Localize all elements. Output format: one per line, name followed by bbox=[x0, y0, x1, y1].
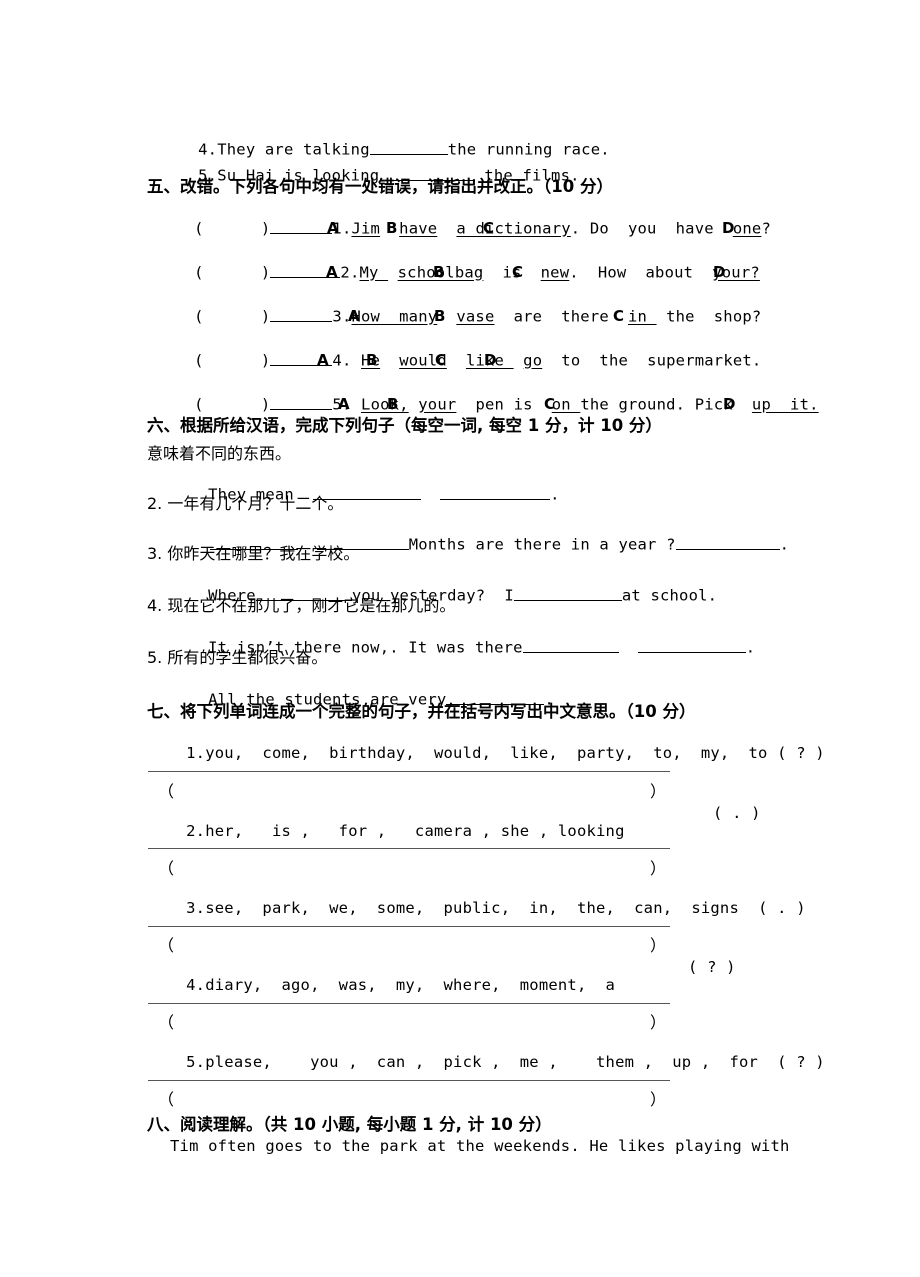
option-letter-b: B bbox=[434, 307, 446, 325]
option-letter-c: C bbox=[512, 263, 524, 281]
punctuation-hint: ( . ) bbox=[758, 899, 806, 917]
meaning-paren-open-2: （ bbox=[158, 859, 175, 878]
answer-rule-5[interactable] bbox=[148, 1080, 670, 1081]
underlined-a: How many bbox=[351, 307, 438, 326]
item-number: 4. bbox=[332, 351, 352, 370]
sentence-post: . bbox=[550, 485, 560, 504]
scrambled-words: diary, ago, was, my, where, moment, a bbox=[205, 976, 616, 994]
six-item-5-chinese: 5. 所有的学生都很兴奋。 bbox=[147, 648, 328, 667]
scrambled-words: see, park, we, some, public, in, the, ca… bbox=[205, 899, 739, 917]
scrambled-words: you, come, birthday, would, like, party,… bbox=[205, 744, 768, 762]
option-letter-d: D bbox=[484, 351, 497, 369]
item-number: 2. bbox=[186, 822, 206, 840]
six-item-3-chinese: 3. 你昨天在哪里？我在学校。 bbox=[147, 544, 360, 563]
option-letter-a: A bbox=[338, 395, 350, 413]
exam-page: 4.They are talking the running race. 5.Su… bbox=[0, 0, 920, 1277]
item-number: 1. bbox=[186, 744, 206, 762]
meaning-paren-open-3: （ bbox=[158, 936, 175, 955]
option-letter-b: B bbox=[386, 219, 398, 237]
underlined-d: up it. bbox=[751, 395, 819, 414]
item-number: 3. bbox=[186, 899, 206, 917]
choice-paren[interactable]: ( ) bbox=[194, 352, 270, 370]
answer-rule-3[interactable] bbox=[148, 926, 670, 927]
underlined-b: your bbox=[418, 395, 457, 414]
option-letter-c: C bbox=[483, 219, 495, 237]
scrambled-words: her, is , for , camera , she , looking bbox=[205, 822, 625, 840]
option-letter-c: C bbox=[544, 395, 556, 413]
underlined-a: My bbox=[359, 263, 389, 282]
punctuation-hint: ( ? ) bbox=[777, 1053, 825, 1071]
section-five-heading: 五、改错。下列各句中均有一处错误，请指出并改正。（10 分） bbox=[147, 177, 613, 196]
option-letter-d: D bbox=[723, 395, 736, 413]
meaning-paren-open-1: （ bbox=[158, 782, 175, 801]
seven-item-2-mark: ( . ) bbox=[713, 804, 761, 822]
punctuation-hint: ( ? ) bbox=[777, 744, 825, 762]
choice-paren[interactable]: ( ) bbox=[194, 220, 270, 238]
meaning-paren-close-3: ） bbox=[650, 936, 667, 955]
meaning-paren-close-1: ） bbox=[650, 782, 667, 801]
answer-blank[interactable] bbox=[522, 636, 619, 653]
meaning-paren-close-4: ） bbox=[650, 1013, 667, 1032]
answer-blank[interactable] bbox=[440, 483, 551, 500]
option-letter-d: D bbox=[713, 263, 726, 281]
choice-paren[interactable]: ( ) bbox=[194, 308, 270, 326]
sentence-post: at school. bbox=[621, 586, 718, 605]
meaning-paren-open-4: （ bbox=[158, 1013, 175, 1032]
answer-blank[interactable] bbox=[675, 533, 780, 550]
option-letter-b: B bbox=[366, 351, 378, 369]
seven-item-4-mark: ( ? ) bbox=[688, 958, 736, 976]
option-letter-a: A bbox=[317, 351, 329, 369]
option-letter-d: D bbox=[722, 219, 735, 237]
option-letter-c: C bbox=[613, 307, 625, 325]
answer-rule-2[interactable] bbox=[148, 848, 670, 849]
item-number: 5. bbox=[186, 1053, 206, 1071]
sentence-mid bbox=[421, 486, 440, 504]
seven-item-2: 2.her, is , for , camera , she , looking bbox=[148, 804, 625, 858]
scrambled-words: please, you , can , pick , me , them , u… bbox=[205, 1053, 759, 1071]
sentence-post: . bbox=[745, 638, 756, 657]
choice-paren[interactable]: ( ) bbox=[194, 264, 270, 282]
option-letter-c: C bbox=[435, 351, 447, 369]
answer-rule-4[interactable] bbox=[148, 1003, 670, 1004]
answer-blank[interactable] bbox=[270, 217, 333, 234]
sentence-mid bbox=[619, 639, 638, 657]
section-seven-heading: 七、将下列单词连成一个完整的句子，并在括号内写出中文意思。（10 分） bbox=[147, 702, 696, 721]
choice-paren[interactable]: ( ) bbox=[194, 396, 270, 414]
underlined-c: new bbox=[540, 263, 570, 282]
sentence-post: . bbox=[779, 535, 790, 554]
option-letter-a: A bbox=[348, 307, 360, 325]
answer-blank[interactable] bbox=[513, 584, 622, 601]
option-letter-b: B bbox=[433, 263, 445, 281]
answer-blank[interactable] bbox=[270, 393, 333, 410]
six-item-4-chinese: 4. 现在它不在那儿了，刚才它是在那儿的。 bbox=[147, 596, 456, 615]
underlined-b: vase bbox=[456, 307, 495, 326]
item-number: 4. bbox=[186, 976, 206, 994]
answer-blank[interactable] bbox=[637, 636, 746, 653]
sentence-mid: Months are there in a year ? bbox=[408, 535, 676, 554]
underlined-c: a dictionary bbox=[456, 219, 571, 238]
underlined-b: have bbox=[399, 219, 438, 238]
six-item-2-chinese: 2. 一年有几个月？十二个。 bbox=[147, 494, 344, 513]
six-item-1-chinese: 意味着不同的东西。 bbox=[147, 444, 292, 463]
underlined-a: Jim bbox=[351, 219, 381, 238]
underlined-c: in bbox=[627, 307, 657, 326]
underlined-d: one bbox=[732, 219, 762, 238]
reading-passage-line: Tim often goes to the park at the weeken… bbox=[170, 1137, 790, 1155]
answer-rule-1[interactable] bbox=[148, 771, 670, 772]
answer-blank[interactable] bbox=[270, 305, 333, 322]
meaning-paren-close-5: ） bbox=[650, 1090, 667, 1109]
option-letter-a: A bbox=[327, 219, 339, 237]
section-six-heading: 六、根据所给汉语，完成下列句子（每空一词, 每空 1 分，计 10 分） bbox=[147, 416, 662, 435]
item-number: 2. bbox=[340, 263, 360, 282]
option-letter-b: B bbox=[387, 395, 399, 413]
underlined-d: go bbox=[523, 351, 543, 370]
option-letter-a: A bbox=[326, 263, 338, 281]
underlined-c: on bbox=[551, 395, 581, 414]
meaning-paren-close-2: ） bbox=[650, 859, 667, 878]
meaning-paren-open-5: （ bbox=[158, 1090, 175, 1109]
underlined-a: Look, bbox=[361, 395, 409, 414]
section-eight-heading: 八、阅读理解。（共 10 小题, 每小题 1 分, 计 10 分） bbox=[147, 1115, 552, 1134]
